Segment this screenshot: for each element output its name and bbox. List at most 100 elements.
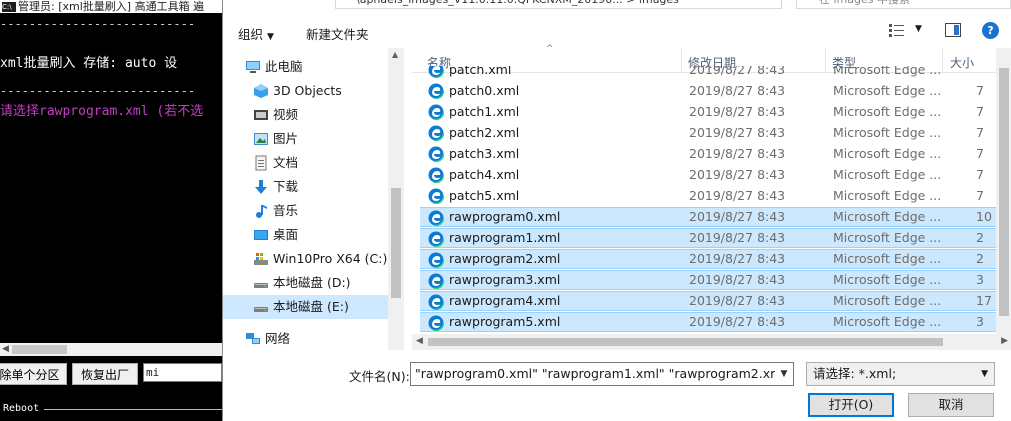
list-horizontal-scrollbar[interactable]: ◀ ▶: [412, 334, 1011, 350]
nav-item[interactable]: 图片: [223, 127, 388, 151]
file-name: patch4.xml: [449, 167, 520, 182]
file-row[interactable]: patch5.xml 2019/8/27 8:43 Microsoft Edge .…: [420, 186, 1006, 206]
nav-item[interactable]: 网络: [223, 327, 388, 351]
file-name: rawprogram4.xml: [449, 293, 561, 308]
nav-item[interactable]: 视频: [223, 103, 388, 127]
edge-file-icon: [427, 187, 445, 205]
filename-history-dropdown-icon[interactable]: ▼: [775, 363, 793, 385]
file-name: rawprogram5.xml: [449, 314, 561, 329]
nav-item[interactable]: 文档: [223, 151, 388, 175]
toolbar: 组织 ▼ 新建文件夹 ▼ ?: [223, 14, 1011, 48]
3d-objects-icon: [253, 83, 269, 99]
edge-file-icon: [427, 103, 445, 121]
nav-item[interactable]: 此电脑: [223, 55, 388, 79]
file-type-filter[interactable]: 请选择: *.xml; ▼: [806, 362, 995, 386]
cmd-icon: C:\: [2, 2, 16, 12]
file-row[interactable]: patch.xml 2019/8/27 8:43 Microsoft Edge ..…: [420, 66, 1006, 80]
edge-file-icon: [427, 272, 445, 290]
file-row[interactable]: patch1.xml 2019/8/27 8:43 Microsoft Edge .…: [420, 102, 1006, 122]
file-date: 2019/8/27 8:43: [689, 83, 786, 98]
scroll-up-arrow-icon[interactable]: ▲: [392, 50, 398, 59]
console-horizontal-scrollbar[interactable]: ◀: [0, 343, 222, 356]
file-row[interactable]: rawprogram2.xml 2019/8/27 8:43 Microsoft E…: [420, 249, 1006, 269]
file-name: patch2.xml: [449, 125, 520, 140]
nav-item-label: 图片: [273, 131, 299, 146]
flash-single-partition-button[interactable]: 除单个分区: [0, 363, 67, 385]
chevron-down-icon: ▼: [981, 369, 988, 379]
file-date: 2019/8/27 8:43: [689, 125, 786, 140]
nav-item[interactable]: 3D Objects: [223, 79, 388, 103]
download-icon: [253, 179, 269, 195]
file-name: rawprogram3.xml: [449, 272, 561, 287]
file-name: patch.xml: [449, 66, 512, 77]
nav-scrollbar[interactable]: ▲: [388, 48, 404, 350]
preview-pane-icon[interactable]: [945, 23, 961, 37]
nav-item-label: 视频: [273, 107, 299, 122]
file-type: Microsoft Edge ...: [833, 230, 942, 245]
scroll-left-arrow-icon[interactable]: ◀: [416, 336, 423, 346]
file-date: 2019/8/27 8:43: [689, 66, 786, 77]
edge-file-icon: [427, 66, 445, 79]
address-bar[interactable]: \aphaels_images_V11.0.11.0.QFKCNXM_20190…: [335, 0, 782, 9]
file-type: Microsoft Edge ...: [833, 314, 942, 329]
open-button[interactable]: 打开(O): [808, 393, 894, 417]
file-row[interactable]: patch0.xml 2019/8/27 8:43 Microsoft Edge .…: [420, 81, 1006, 101]
console-input[interactable]: mi: [143, 363, 222, 382]
file-date: 2019/8/27 8:43: [689, 146, 786, 161]
view-dropdown-icon[interactable]: ▼: [915, 24, 922, 34]
new-folder-button[interactable]: 新建文件夹: [306, 24, 369, 43]
file-type: Microsoft Edge ...: [833, 188, 942, 203]
nav-item[interactable]: 下载: [223, 175, 388, 199]
nav-item-label: 3D Objects: [273, 83, 342, 98]
edge-file-icon: [427, 209, 445, 227]
scroll-left-arrow-icon[interactable]: ◀: [2, 343, 9, 356]
nav-item-label: 本地磁盘 (E:): [273, 299, 349, 314]
nav-item[interactable]: 桌面: [223, 223, 388, 247]
list-vertical-scrollbar[interactable]: [996, 48, 1011, 334]
nav-item[interactable]: Win10Pro X64 (C:): [223, 247, 388, 271]
file-type: Microsoft Edge ...: [833, 125, 942, 140]
divider: [44, 409, 222, 410]
file-name: rawprogram1.xml: [449, 230, 561, 245]
reboot-label: Reboot: [3, 403, 40, 414]
nav-item[interactable]: 本地磁盘 (D:): [223, 271, 388, 295]
edge-file-icon: [427, 124, 445, 142]
file-row[interactable]: rawprogram5.xml 2019/8/27 8:43 Microsoft E…: [420, 312, 1006, 332]
search-input[interactable]: 在 images 中搜索: [796, 0, 1011, 9]
file-date: 2019/8/27 8:43: [689, 251, 786, 266]
organize-button[interactable]: 组织 ▼: [238, 24, 274, 43]
file-row[interactable]: rawprogram3.xml 2019/8/27 8:43 Microsoft E…: [420, 270, 1006, 290]
file-type: Microsoft Edge ...: [833, 104, 942, 119]
cancel-button[interactable]: 取消: [908, 393, 994, 417]
help-icon[interactable]: ?: [982, 22, 999, 39]
scroll-thumb[interactable]: [428, 338, 943, 346]
file-type: Microsoft Edge ...: [833, 272, 942, 287]
file-date: 2019/8/27 8:43: [689, 209, 786, 224]
file-row[interactable]: rawprogram0.xml 2019/8/27 8:43 Microsoft E…: [420, 207, 1006, 227]
edge-file-icon: [427, 145, 445, 163]
console-titlebar[interactable]: C:\ 管理员: [xml批量刷入] 高通工具箱 遍: [0, 0, 222, 13]
factory-reset-button[interactable]: 恢复出厂: [72, 363, 138, 385]
file-row[interactable]: rawprogram1.xml 2019/8/27 8:43 Microsoft E…: [420, 228, 1006, 248]
file-date: 2019/8/27 8:43: [689, 314, 786, 329]
scroll-right-arrow-icon[interactable]: ▶: [1001, 336, 1008, 346]
view-options-icon[interactable]: [889, 23, 905, 37]
file-date: 2019/8/27 8:43: [689, 272, 786, 287]
drive-icon: [253, 275, 269, 291]
file-name: patch1.xml: [449, 104, 520, 119]
file-type: Microsoft Edge ...: [833, 83, 942, 98]
file-row[interactable]: rawprogram4.xml 2019/8/27 8:43 Microsoft E…: [420, 291, 1006, 311]
scroll-thumb[interactable]: [391, 188, 401, 298]
nav-item-label: 文档: [273, 155, 299, 170]
file-row[interactable]: patch4.xml 2019/8/27 8:43 Microsoft Edge .…: [420, 165, 1006, 185]
scroll-thumb[interactable]: [12, 345, 67, 354]
filename-input[interactable]: "rawprogram0.xml" "rawprogram1.xml" "raw…: [410, 362, 794, 386]
file-row[interactable]: patch2.xml 2019/8/27 8:43 Microsoft Edge .…: [420, 123, 1006, 143]
file-row[interactable]: patch3.xml 2019/8/27 8:43 Microsoft Edge .…: [420, 144, 1006, 164]
scroll-thumb[interactable]: [999, 68, 1009, 316]
edge-file-icon: [427, 166, 445, 184]
nav-item[interactable]: 音乐: [223, 199, 388, 223]
console-divider-mid: ---------------------------: [0, 84, 196, 98]
nav-item[interactable]: 本地磁盘 (E:): [223, 295, 388, 319]
file-name: patch3.xml: [449, 146, 520, 161]
